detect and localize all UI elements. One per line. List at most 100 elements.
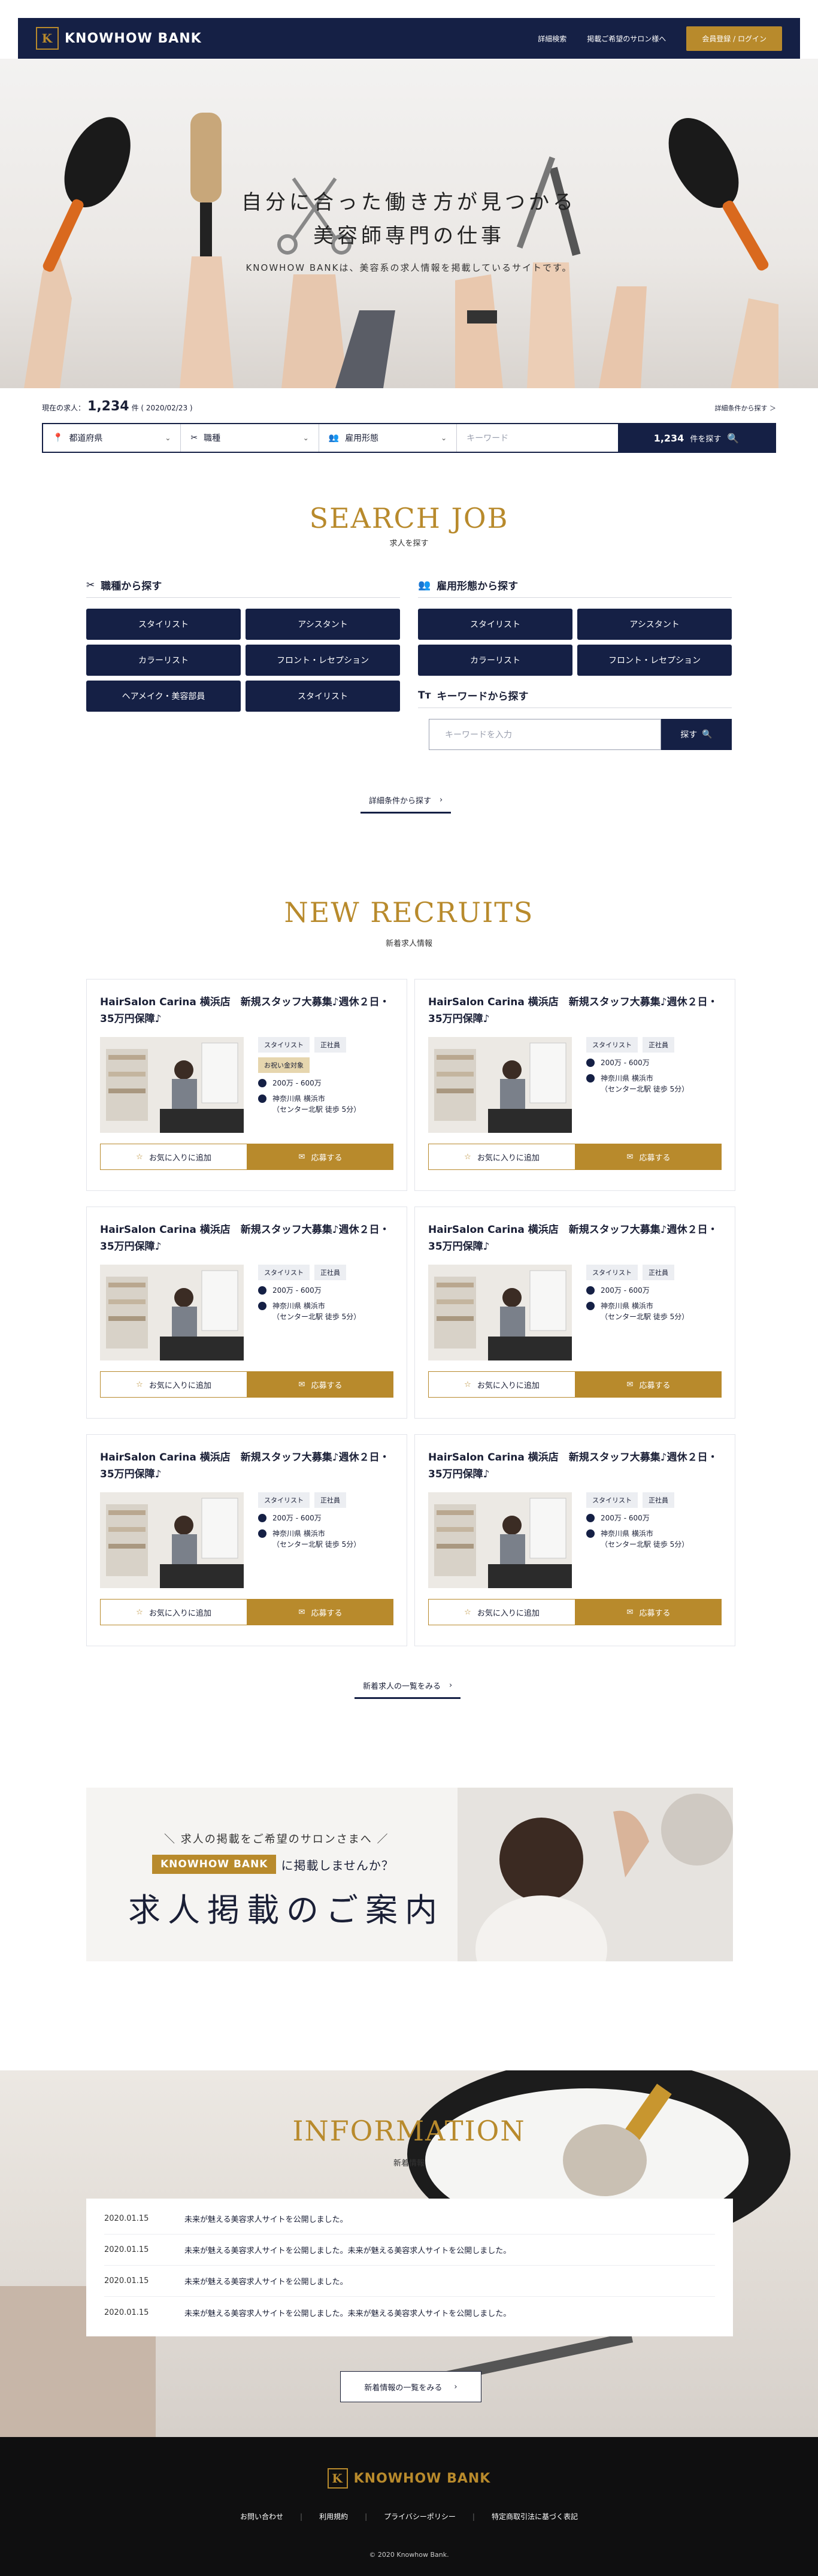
recruit-title[interactable]: HairSalon Carina 横浜店 新規スタッフ大募集♪週休２日・35万円… — [100, 1222, 393, 1255]
salary: 200万 - 600万 — [272, 1079, 322, 1087]
employment-label: 雇用形態 — [345, 434, 379, 443]
recruit-card[interactable]: HairSalon Carina 横浜店 新規スタッフ大募集♪週休２日・35万円… — [86, 979, 407, 1191]
job-count-row: 現在の求人： 1,234 件 ( 2020/02/23 ) 詳細条件から探す ＞ — [42, 399, 776, 414]
station: （センター北駅 徒歩 5分） — [601, 1540, 689, 1549]
employment-button[interactable]: アシスタント — [577, 609, 732, 640]
favorite-button[interactable]: ☆ お気に入りに追加 — [428, 1599, 575, 1625]
occupation-select[interactable]: ✂ 職種 ⌄ — [181, 424, 319, 452]
scissors-icon: ✂ — [190, 433, 198, 443]
news-item[interactable]: 2020.01.15 未来が魅える美容求人サイトを公開しました。 — [104, 2266, 715, 2297]
footer-link-tokushoho[interactable]: 特定商取引法に基づく表記 — [492, 2511, 578, 2521]
salon-recruit-banner[interactable]: ＼ 求人の掲載をご希望のサロンさまへ ／ KNOWHOW BANK に掲載しませ… — [86, 1788, 733, 1961]
favorite-button[interactable]: ☆ お気に入りに追加 — [428, 1144, 575, 1170]
location-icon — [258, 1095, 266, 1103]
footer-logo[interactable]: K KNOWHOW BANK — [0, 2468, 818, 2489]
footer-link-privacy[interactable]: プライバシーポリシー — [384, 2511, 456, 2521]
apply-label: 応募する — [311, 1381, 343, 1390]
apply-button[interactable]: ✉ 応募する — [247, 1371, 393, 1398]
salon-photo — [428, 1265, 572, 1360]
star-icon: ☆ — [464, 1152, 471, 1162]
salon-photo — [100, 1265, 244, 1360]
information-subtitle: 新着情報 — [393, 2159, 425, 2168]
keyword-field[interactable]: キーワードを入力 — [429, 719, 661, 750]
recruit-title[interactable]: HairSalon Carina 横浜店 新規スタッフ大募集♪週休２日・35万円… — [428, 1449, 722, 1483]
footer-link-contact[interactable]: お問い合わせ — [240, 2511, 283, 2521]
apply-label: 応募する — [311, 1609, 343, 1618]
footer-link-terms[interactable]: 利用規約 — [319, 2511, 348, 2521]
apply-button[interactable]: ✉ 応募する — [575, 1371, 722, 1398]
prefecture-select[interactable]: 📍 都道府県 ⌄ — [43, 424, 181, 452]
occupation-button[interactable]: カラーリスト — [86, 645, 241, 676]
apply-button[interactable]: ✉ 応募する — [575, 1599, 722, 1625]
recruit-list-link[interactable]: 新着求人の一覧をみる › — [355, 1680, 461, 1699]
keyword-search-button[interactable]: 探す 🔍 — [661, 719, 732, 750]
recruit-card[interactable]: HairSalon Carina 横浜店 新規スタッフ大募集♪週休２日・35万円… — [414, 1434, 735, 1646]
recruit-title[interactable]: HairSalon Carina 横浜店 新規スタッフ大募集♪週休２日・35万円… — [100, 994, 393, 1027]
occupation-search: ✂ 職種から探す スタイリスト アシスタント カラーリスト フロント・レセプション… — [86, 578, 400, 712]
station: （センター北駅 徒歩 5分） — [272, 1313, 361, 1321]
nav-detail-search[interactable]: 詳細検索 — [538, 34, 566, 44]
favorite-button[interactable]: ☆ お気に入りに追加 — [428, 1371, 575, 1398]
news-text: 未来が魅える美容求人サイトを公開しました。未来が魅える美容求人サイトを公開しまし… — [184, 2309, 511, 2318]
mail-icon: ✉ — [626, 1380, 634, 1389]
salary: 200万 - 600万 — [272, 1286, 322, 1295]
nav-for-salons[interactable]: 掲載ご希望のサロン様へ — [587, 34, 666, 44]
station: （センター北駅 徒歩 5分） — [601, 1085, 689, 1093]
recruit-title[interactable]: HairSalon Carina 横浜店 新規スタッフ大募集♪週休２日・35万円… — [428, 1222, 722, 1255]
employment-button[interactable]: フロント・レセプション — [577, 645, 732, 676]
site-logo[interactable]: K KNOWHOW BANK — [36, 27, 202, 50]
hero-section: 自分に合った働き方が見つかる 美容師専門の仕事 KNOWHOW BANKは、美容… — [0, 59, 818, 388]
location-icon — [258, 1529, 266, 1538]
divider: | — [300, 2512, 303, 2521]
employment-button[interactable]: スタイリスト — [418, 609, 572, 640]
recruit-title[interactable]: HairSalon Carina 横浜店 新規スタッフ大募集♪週休２日・35万円… — [100, 1449, 393, 1483]
employment-select[interactable]: 👥 雇用形態 ⌄ — [319, 424, 458, 452]
location: 神奈川県 横浜市 — [272, 1302, 325, 1310]
search-submit-button[interactable]: 1,234 件を探す 🔍 — [617, 424, 775, 452]
salon-photo — [100, 1492, 244, 1588]
occupation-button[interactable]: スタイリスト — [86, 609, 241, 640]
recruit-card[interactable]: HairSalon Carina 横浜店 新規スタッフ大募集♪週休２日・35万円… — [86, 1434, 407, 1646]
employment-button[interactable]: カラーリスト — [418, 645, 572, 676]
banner-badge: KNOWHOW BANK — [152, 1855, 277, 1874]
news-item[interactable]: 2020.01.15 未来が魅える美容求人サイトを公開しました。未来が魅える美容求… — [104, 2235, 715, 2266]
yen-icon — [258, 1079, 266, 1087]
yen-icon — [258, 1286, 266, 1295]
keyword-button-label: 探す — [680, 730, 698, 740]
recruit-title[interactable]: HairSalon Carina 横浜店 新規スタッフ大募集♪週休２日・35万円… — [428, 994, 722, 1027]
recruit-card[interactable]: HairSalon Carina 横浜店 新規スタッフ大募集♪週休２日・35万円… — [414, 1207, 735, 1419]
banner-line2-text: に掲載しませんか？ — [281, 1858, 394, 1873]
keyword-input[interactable]: キーワード — [457, 424, 618, 452]
occupation-heading: 職種から探す — [101, 580, 162, 592]
news-item[interactable]: 2020.01.15 未来が魅える美容求人サイトを公開しました。 — [104, 2203, 715, 2235]
job-tag: 正社員 — [314, 1037, 346, 1053]
detail-search-link[interactable]: 詳細条件から探す ＞ — [715, 403, 777, 413]
news-list-button[interactable]: 新着情報の一覧をみる › — [340, 2371, 481, 2402]
occupation-button[interactable]: スタイリスト — [246, 681, 400, 712]
apply-button[interactable]: ✉ 応募する — [247, 1599, 393, 1625]
recruit-card[interactable]: HairSalon Carina 横浜店 新規スタッフ大募集♪週休２日・35万円… — [86, 1207, 407, 1419]
people-icon: 👥 — [418, 579, 431, 591]
banner-heading: 求人掲載のご案内 — [128, 1891, 444, 1929]
salon-photo — [428, 1492, 572, 1588]
station: （センター北駅 徒歩 5分） — [272, 1540, 361, 1549]
login-button[interactable]: 会員登録 / ログイン — [686, 26, 782, 51]
location: 神奈川県 横浜市 — [601, 1074, 653, 1083]
occupation-button[interactable]: アシスタント — [246, 609, 400, 640]
job-tag: 正社員 — [314, 1265, 346, 1280]
favorite-button[interactable]: ☆ お気に入りに追加 — [100, 1371, 247, 1398]
star-icon: ☆ — [136, 1152, 143, 1162]
mail-icon: ✉ — [298, 1607, 305, 1617]
chevron-right-icon: › — [440, 796, 443, 805]
job-tag: 正社員 — [314, 1492, 346, 1508]
apply-button[interactable]: ✉ 応募する — [247, 1144, 393, 1170]
news-item[interactable]: 2020.01.15 未来が魅える美容求人サイトを公開しました。未来が魅える美容求… — [104, 2297, 715, 2328]
occupation-button[interactable]: フロント・レセプション — [246, 645, 400, 676]
occupation-button[interactable]: ヘアメイク・美容部員 — [86, 681, 241, 712]
detail-condition-link[interactable]: 詳細条件から探す › — [360, 794, 452, 814]
recruit-list-label: 新着求人の一覧をみる — [363, 1682, 441, 1691]
favorite-button[interactable]: ☆ お気に入りに追加 — [100, 1144, 247, 1170]
recruit-card[interactable]: HairSalon Carina 横浜店 新規スタッフ大募集♪週休２日・35万円… — [414, 979, 735, 1191]
apply-button[interactable]: ✉ 応募する — [575, 1144, 722, 1170]
favorite-button[interactable]: ☆ お気に入りに追加 — [100, 1599, 247, 1625]
